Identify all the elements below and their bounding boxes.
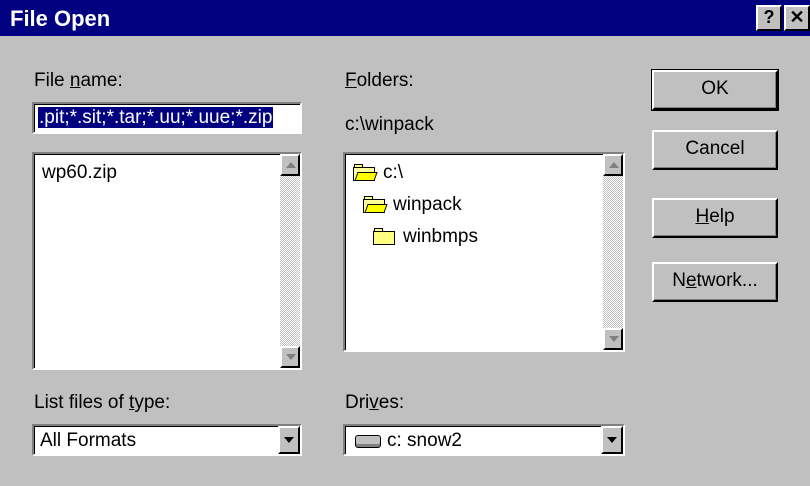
chevron-down-icon (284, 437, 294, 443)
scroll-up-button[interactable] (603, 154, 623, 176)
close-icon[interactable]: ✕ (784, 5, 810, 31)
file-name-input[interactable]: .pit;*.sit;*.tar;*.uu;*.uue;*.zip (32, 102, 302, 134)
drive-dropdown-button[interactable] (601, 426, 623, 454)
folder-item-label: winpack (393, 194, 462, 215)
arrow-up-icon (286, 162, 296, 168)
folder-item-label: winbmps (403, 226, 478, 247)
folder-list-scrollbar[interactable] (603, 154, 623, 350)
folders-label: Folders: (345, 70, 414, 91)
scroll-down-button[interactable] (603, 328, 623, 350)
folder-item-winbmps[interactable]: winbmps (373, 226, 478, 248)
drive-value: c: snow2 (387, 430, 462, 451)
folder-icon (373, 228, 397, 246)
drives-label: Drives: (345, 392, 405, 413)
scroll-down-button[interactable] (280, 346, 300, 368)
ok-button[interactable]: OK (651, 69, 779, 111)
folder-list[interactable]: c:\ winpack winbmps (343, 152, 625, 352)
arrow-down-icon (286, 354, 296, 360)
help-icon[interactable]: ? (756, 5, 782, 31)
chevron-down-icon (607, 437, 617, 443)
arrow-down-icon (609, 336, 619, 342)
file-name-value: .pit;*.sit;*.tar;*.uu;*.uue;*.zip (38, 107, 274, 128)
drive-select[interactable]: c: snow2 (343, 424, 625, 456)
cancel-button[interactable]: Cancel (652, 130, 778, 170)
folder-item-winpack[interactable]: winpack (363, 194, 462, 216)
scroll-up-button[interactable] (280, 154, 300, 176)
file-type-select[interactable]: All Formats (32, 424, 302, 456)
open-folder-icon (363, 196, 388, 214)
file-list[interactable]: wp60.zip (32, 152, 302, 370)
file-list-scrollbar[interactable] (280, 154, 300, 368)
file-type-dropdown-button[interactable] (278, 426, 300, 454)
folder-item-root[interactable]: c:\ (353, 162, 403, 184)
file-name-label: File name: (34, 70, 123, 91)
file-type-label: List files of type: (34, 392, 171, 413)
window-title: File Open (10, 6, 111, 31)
network-button[interactable]: Network... (652, 262, 778, 302)
file-type-value: All Formats (40, 430, 137, 451)
hard-drive-icon (355, 435, 381, 448)
arrow-up-icon (609, 162, 619, 168)
title-bar: File Open ? ✕ (0, 0, 810, 36)
list-item[interactable]: wp60.zip (42, 162, 117, 184)
open-folder-icon (353, 164, 378, 182)
current-path: c:\winpack (345, 114, 434, 135)
help-button[interactable]: Help (652, 198, 778, 238)
folder-item-label: c:\ (383, 162, 404, 183)
